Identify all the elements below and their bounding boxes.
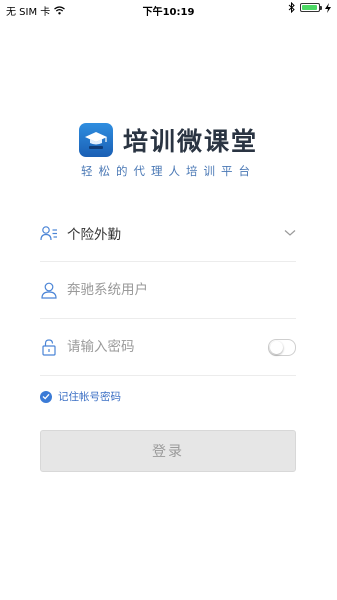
remember-checkbox[interactable]: 记住帐号密码 bbox=[40, 389, 121, 404]
graduation-cap-icon bbox=[78, 123, 113, 157]
status-bar: 无 SIM 卡 下午10:19 bbox=[0, 0, 337, 18]
password-visibility-toggle[interactable] bbox=[268, 338, 296, 356]
remember-label: 记住帐号密码 bbox=[58, 391, 121, 403]
app-title: 培训微课堂 bbox=[122, 127, 258, 156]
password-field[interactable] bbox=[40, 319, 296, 376]
username-field[interactable] bbox=[40, 262, 296, 319]
check-icon bbox=[40, 390, 52, 403]
app-slogan: 轻松的代理人培训平台 bbox=[81, 164, 256, 178]
toggle-knob bbox=[270, 340, 283, 354]
status-time: 下午10:19 bbox=[142, 7, 195, 18]
chevron-down-icon bbox=[284, 230, 296, 236]
bluetooth-icon bbox=[288, 2, 295, 13]
login-button[interactable]: 登录 bbox=[40, 430, 296, 472]
username-input[interactable] bbox=[67, 282, 296, 298]
charging-icon bbox=[325, 2, 331, 13]
role-select[interactable]: 个险外勤 bbox=[40, 205, 296, 262]
lock-icon bbox=[40, 338, 58, 356]
user-icon bbox=[40, 281, 58, 299]
role-select-value: 个险外勤 bbox=[67, 227, 121, 243]
password-input[interactable] bbox=[67, 339, 268, 355]
user-list-icon bbox=[40, 224, 58, 242]
app-logo: 培训微课堂 bbox=[0, 122, 337, 158]
battery-icon bbox=[300, 3, 322, 12]
status-right bbox=[288, 2, 331, 13]
